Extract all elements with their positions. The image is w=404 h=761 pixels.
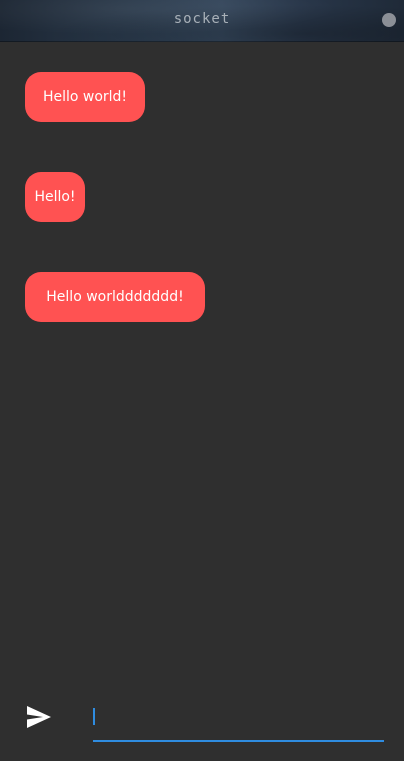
message-input[interactable] — [93, 706, 384, 730]
message-input-container[interactable] — [93, 698, 384, 742]
title-bar: socket — [0, 0, 404, 42]
app-window: socket Hello world! Hello! Hello worlddd… — [0, 0, 404, 761]
text-cursor — [93, 708, 95, 725]
message-bubble: Hello! — [25, 172, 85, 222]
window-control-button[interactable] — [382, 13, 396, 27]
window-title: socket — [173, 11, 231, 27]
message-bubble: Hello worlddddddd! — [25, 272, 205, 322]
send-icon — [27, 706, 51, 728]
send-button[interactable] — [26, 705, 52, 729]
message-composer — [0, 690, 404, 750]
message-bubble: Hello world! — [25, 72, 145, 122]
